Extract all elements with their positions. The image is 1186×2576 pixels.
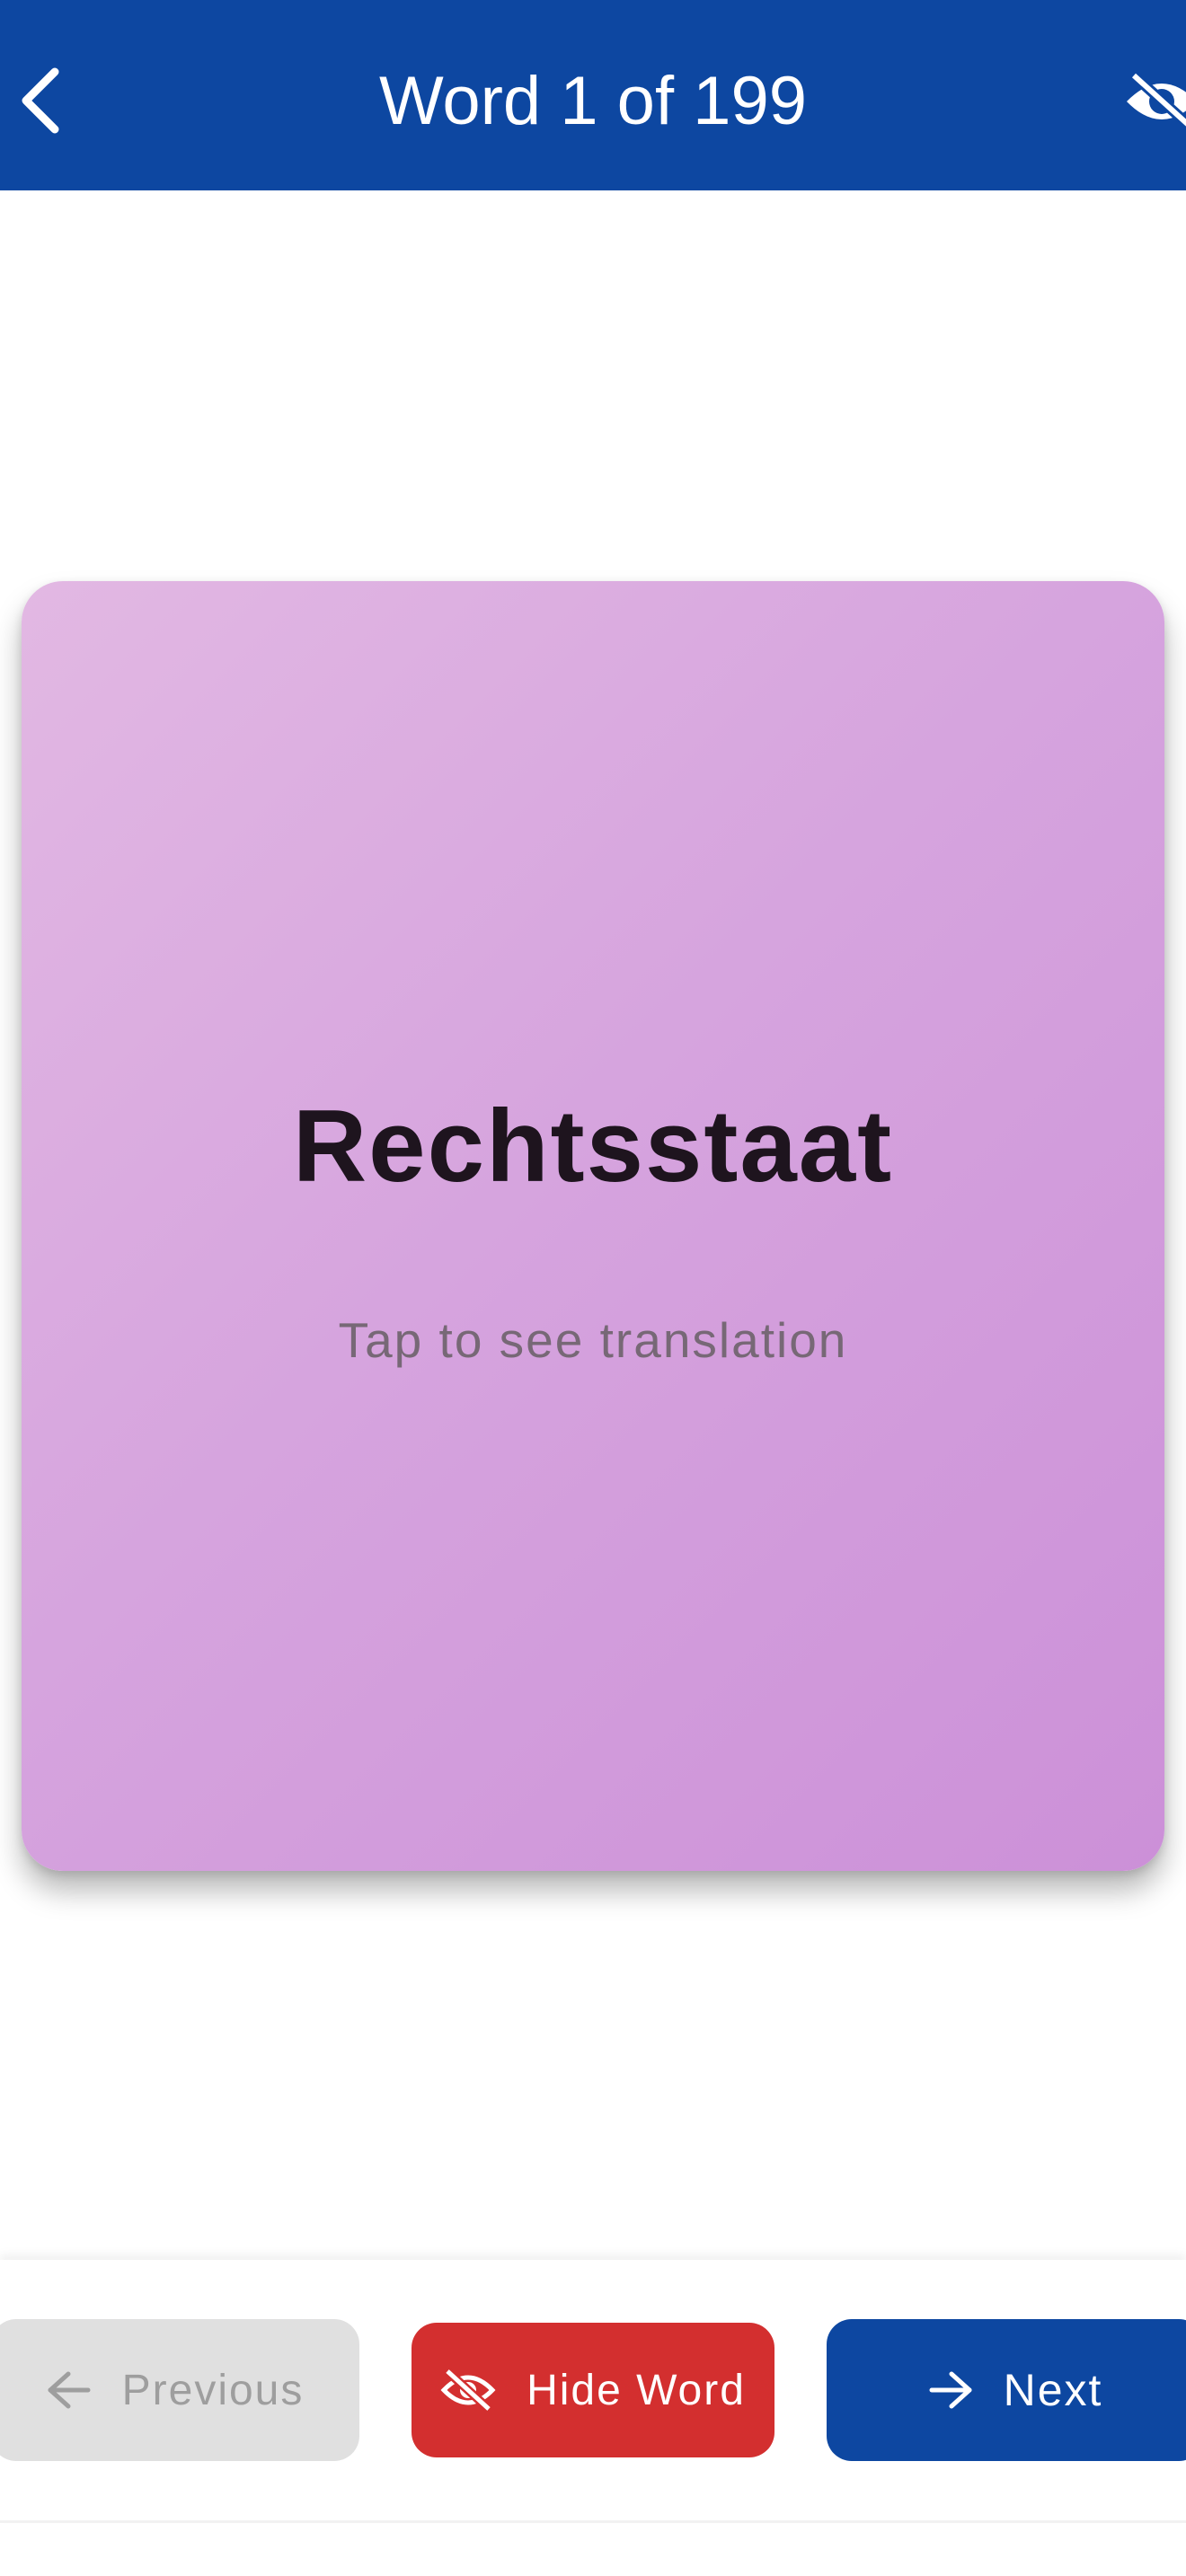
hide-word-label: Hide Word xyxy=(527,2366,746,2414)
hide-word-button[interactable]: Hide Word xyxy=(412,2323,774,2457)
eye-off-icon xyxy=(1127,71,1186,130)
toggle-visibility-button[interactable] xyxy=(1121,61,1186,142)
previous-label: Previous xyxy=(121,2366,305,2414)
divider xyxy=(0,2520,1186,2523)
flashcard[interactable] xyxy=(22,581,1164,1871)
arrow-right-icon xyxy=(928,2370,973,2410)
flashcard-word: Rechtsstaat xyxy=(292,1090,894,1204)
app-bar: Word 1 of 199 xyxy=(0,0,1186,190)
next-label: Next xyxy=(1003,2365,1103,2415)
flashcard-hint: Tap to see translation xyxy=(338,1312,848,1368)
previous-button[interactable]: Previous xyxy=(0,2319,359,2461)
eye-off-icon xyxy=(440,2368,496,2413)
arrow-left-icon xyxy=(47,2370,92,2410)
next-button[interactable]: Next xyxy=(827,2319,1186,2461)
page-title: Word 1 of 199 xyxy=(378,63,807,139)
